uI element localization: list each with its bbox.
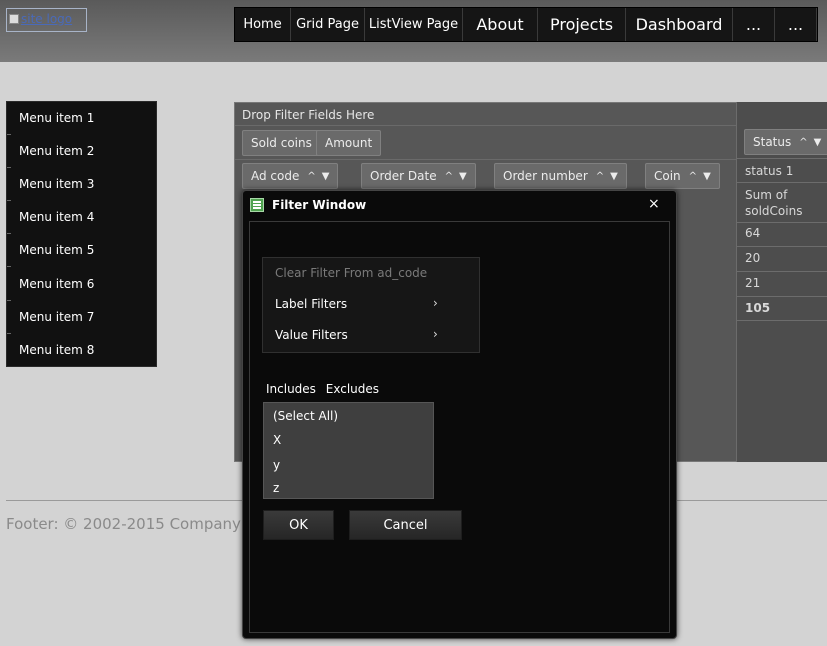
nav-more-2[interactable]: ... [775, 8, 817, 41]
tab-includes[interactable]: Includes [266, 382, 316, 396]
row-field-label: Order number [503, 169, 588, 183]
ok-button[interactable]: OK [263, 510, 334, 540]
filter-icon[interactable]: ▼ [459, 171, 467, 182]
grid-line [737, 222, 827, 223]
sort-asc-icon[interactable]: ^ [596, 171, 604, 182]
data-field-sold-coins[interactable]: Sold coins [242, 130, 321, 156]
grid-line [737, 182, 827, 183]
nav-home[interactable]: Home [235, 8, 291, 41]
row-field-label: Ad code [251, 169, 300, 183]
header: site logo Home Grid Page ListView Page A… [0, 0, 827, 62]
column-field-status[interactable]: Status ^ ▼ [744, 129, 827, 155]
sidebar-item-4[interactable]: Menu item 4 [19, 210, 94, 224]
sidebar-item-2[interactable]: Menu item 2 [19, 144, 94, 158]
menu-divider [7, 233, 11, 234]
list-item[interactable]: X [273, 433, 281, 447]
menu-divider [7, 300, 11, 301]
nav-projects[interactable]: Projects [538, 8, 626, 41]
sum-label: Sum of soldCoins [745, 188, 803, 218]
status-header: status 1 [745, 164, 794, 178]
label-filters-item[interactable]: Label Filters [275, 297, 347, 311]
value-cell: 20 [745, 251, 761, 265]
sidebar-item-6[interactable]: Menu item 6 [19, 277, 94, 291]
dialog-content: Clear Filter From ad_code Label Filters … [249, 221, 670, 633]
sidebar-item-5[interactable]: Menu item 5 [19, 243, 94, 257]
chevron-right-icon: › [433, 296, 438, 310]
row-field-order-date[interactable]: Order Date ^ ▼ [361, 163, 476, 189]
grid-line [737, 271, 827, 272]
dialog-titlebar[interactable]: Filter Window × [243, 191, 676, 219]
grid-line [737, 158, 827, 159]
top-navigation: Home Grid Page ListView Page About Proje… [234, 7, 818, 42]
sidebar-item-3[interactable]: Menu item 3 [19, 177, 94, 191]
clear-filter-item: Clear Filter From ad_code [275, 266, 428, 280]
row-field-order-number[interactable]: Order number ^ ▼ [494, 163, 627, 189]
list-item-select-all[interactable]: (Select All) [273, 409, 338, 423]
chevron-right-icon: › [433, 327, 438, 341]
list-item[interactable]: z [273, 481, 279, 495]
filter-icon[interactable]: ▼ [814, 137, 822, 148]
menu-divider [7, 167, 11, 168]
nav-grid-page[interactable]: Grid Page [291, 8, 365, 41]
value-filters-item[interactable]: Value Filters [275, 328, 348, 342]
logo-alt-text: site logo [21, 12, 73, 26]
values-listbox[interactable]: (Select All) X y z [263, 402, 434, 499]
filter-menu: Clear Filter From ad_code Label Filters … [262, 257, 480, 353]
close-icon[interactable]: × [648, 196, 660, 212]
sort-asc-icon[interactable]: ^ [445, 171, 453, 182]
sort-asc-icon[interactable]: ^ [307, 171, 315, 182]
status-column: Status ^ ▼ status 1 Sum of soldCoins 64 20… [736, 102, 827, 462]
list-item[interactable]: y [273, 458, 280, 472]
row-field-label: Order Date [370, 169, 437, 183]
grid-line [737, 296, 827, 297]
footer-text: Footer: © 2002-2015 Company In [6, 515, 260, 533]
row-field-coin[interactable]: Coin ^ ▼ [645, 163, 720, 189]
filter-drop-zone: Drop Filter Fields Here [242, 108, 375, 122]
menu-divider [7, 266, 11, 267]
data-field-amount[interactable]: Amount [316, 130, 382, 156]
nav-more-1[interactable]: ... [733, 8, 775, 41]
menu-divider [7, 200, 11, 201]
window-icon [250, 198, 264, 212]
grid-line [737, 246, 827, 247]
column-field-label: Status [753, 135, 792, 149]
menu-divider [7, 333, 11, 334]
nav-about[interactable]: About [463, 8, 538, 41]
filter-icon[interactable]: ▼ [703, 171, 711, 182]
sidebar-item-1[interactable]: Menu item 1 [19, 111, 94, 125]
nav-dashboard[interactable]: Dashboard [626, 8, 733, 41]
sidebar-item-8[interactable]: Menu item 8 [19, 343, 94, 357]
grid-line [737, 320, 827, 321]
sidebar-menu: Menu item 1 Menu item 2 Menu item 3 Menu… [6, 101, 157, 367]
sort-asc-icon[interactable]: ^ [799, 137, 807, 148]
value-cell: 64 [745, 226, 761, 240]
menu-divider [7, 134, 11, 135]
dialog-title: Filter Window [272, 198, 367, 212]
row-field-label: Coin [654, 169, 681, 183]
cancel-button[interactable]: Cancel [349, 510, 462, 540]
total-cell: 105 [745, 301, 771, 315]
filter-tabs: Includes Excludes [266, 382, 385, 396]
site-logo[interactable]: site logo [6, 8, 87, 32]
value-cell: 21 [745, 276, 761, 290]
filter-icon[interactable]: ▼ [322, 171, 330, 182]
sidebar-item-7[interactable]: Menu item 7 [19, 310, 94, 324]
broken-image-icon [9, 14, 19, 24]
row-field-ad-code[interactable]: Ad code ^ ▼ [242, 163, 339, 189]
tab-excludes[interactable]: Excludes [326, 382, 379, 396]
filter-dialog: Filter Window × Clear Filter From ad_cod… [242, 190, 677, 639]
sort-asc-icon[interactable]: ^ [689, 171, 697, 182]
filter-icon[interactable]: ▼ [610, 171, 618, 182]
nav-listview-page[interactable]: ListView Page [365, 8, 463, 41]
